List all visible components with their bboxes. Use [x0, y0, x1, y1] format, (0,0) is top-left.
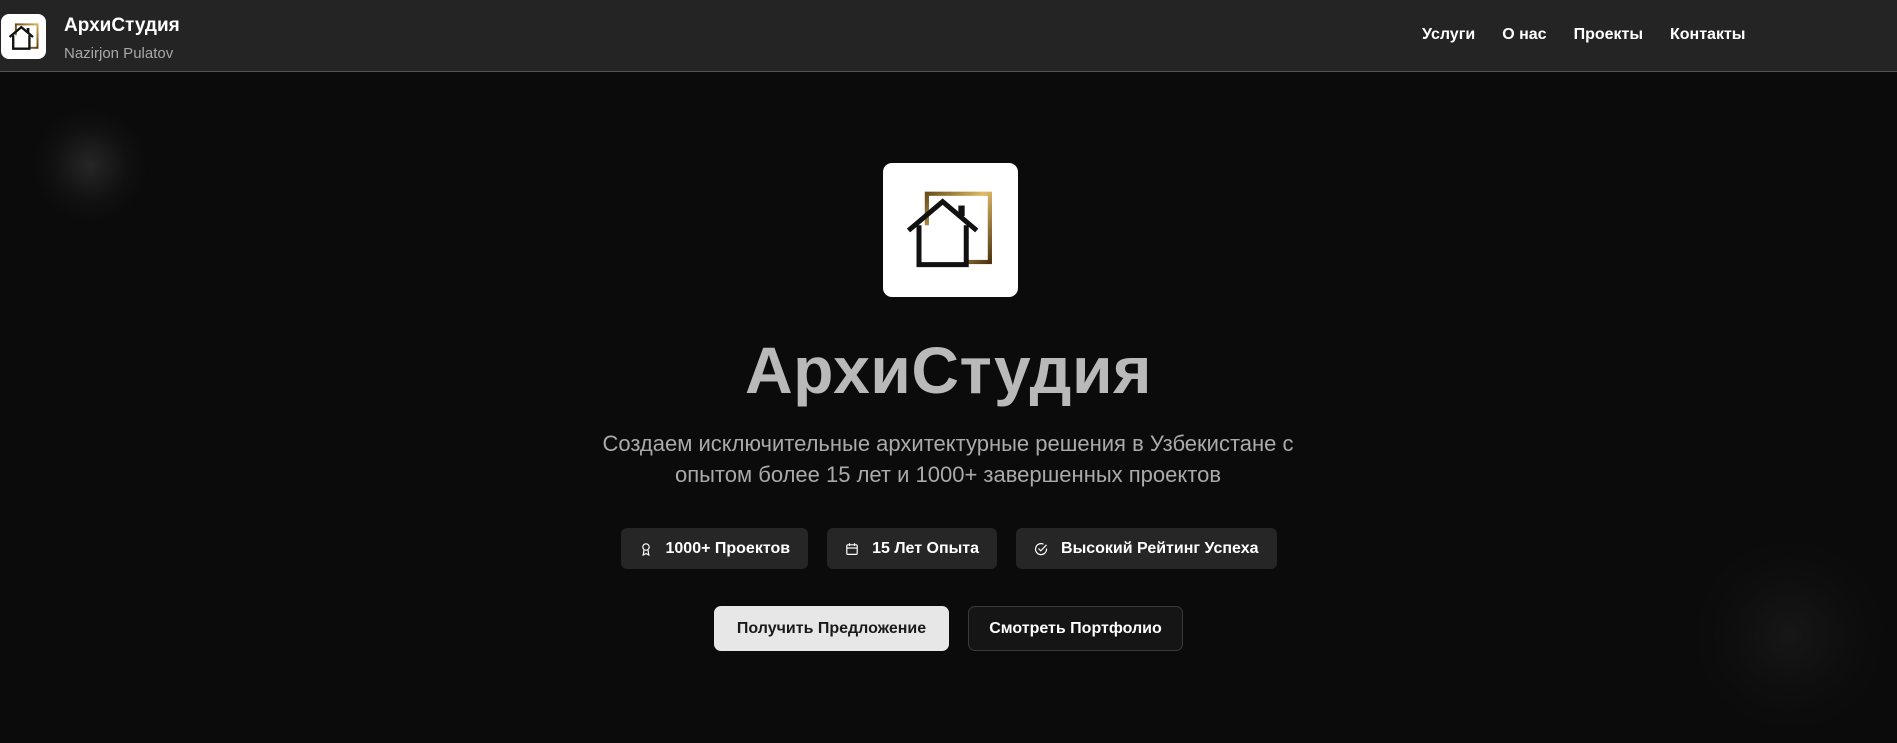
nav-link-contacts[interactable]: Контакты [1670, 26, 1745, 44]
house-logo-icon [8, 22, 38, 50]
badge-label: 15 Лет Опыта [872, 539, 980, 557]
nav-link-services[interactable]: Услуги [1422, 26, 1475, 44]
hero-subtitle: Создаем исключительные архитектурные реш… [602, 431, 1294, 487]
top-navbar: АрхиСтудия Nazirjon Pulatov Услуги О нас… [0, 0, 1897, 72]
badge-experience: 15 Лет Опыта [827, 528, 998, 569]
background-glow [30, 110, 150, 220]
brand-owner: Nazirjon Pulatov [64, 45, 174, 62]
main-nav: Услуги О нас Проекты Контакты [1422, 26, 1772, 44]
nav-link-about[interactable]: О нас [1502, 26, 1546, 44]
hero-actions: Получить Предложение Смотреть Портфолио [0, 606, 1897, 651]
badge-rating: Высокий Рейтинг Успеха [1016, 528, 1277, 569]
view-portfolio-button[interactable]: Смотреть Портфолио [968, 606, 1183, 651]
nav-link-projects[interactable]: Проекты [1574, 26, 1643, 44]
stats-badges: 1000+ Проектов 15 Лет Опыта Высокий Рейт… [0, 528, 1897, 569]
hero-title: АрхиСтудия [744, 333, 1153, 407]
badge-label: 1000+ Проектов [665, 539, 791, 557]
hero-logo [883, 163, 1018, 297]
check-circle-icon [1034, 542, 1048, 556]
badge-label: Высокий Рейтинг Успеха [1061, 539, 1259, 557]
award-icon [639, 542, 653, 556]
brand-name[interactable]: АрхиСтудия [64, 15, 180, 37]
badge-projects: 1000+ Проектов [620, 528, 809, 569]
brand-logo[interactable] [1, 14, 46, 59]
house-logo-icon [906, 191, 992, 267]
get-offer-button[interactable]: Получить Предложение [714, 606, 949, 651]
calendar-icon [845, 542, 859, 556]
